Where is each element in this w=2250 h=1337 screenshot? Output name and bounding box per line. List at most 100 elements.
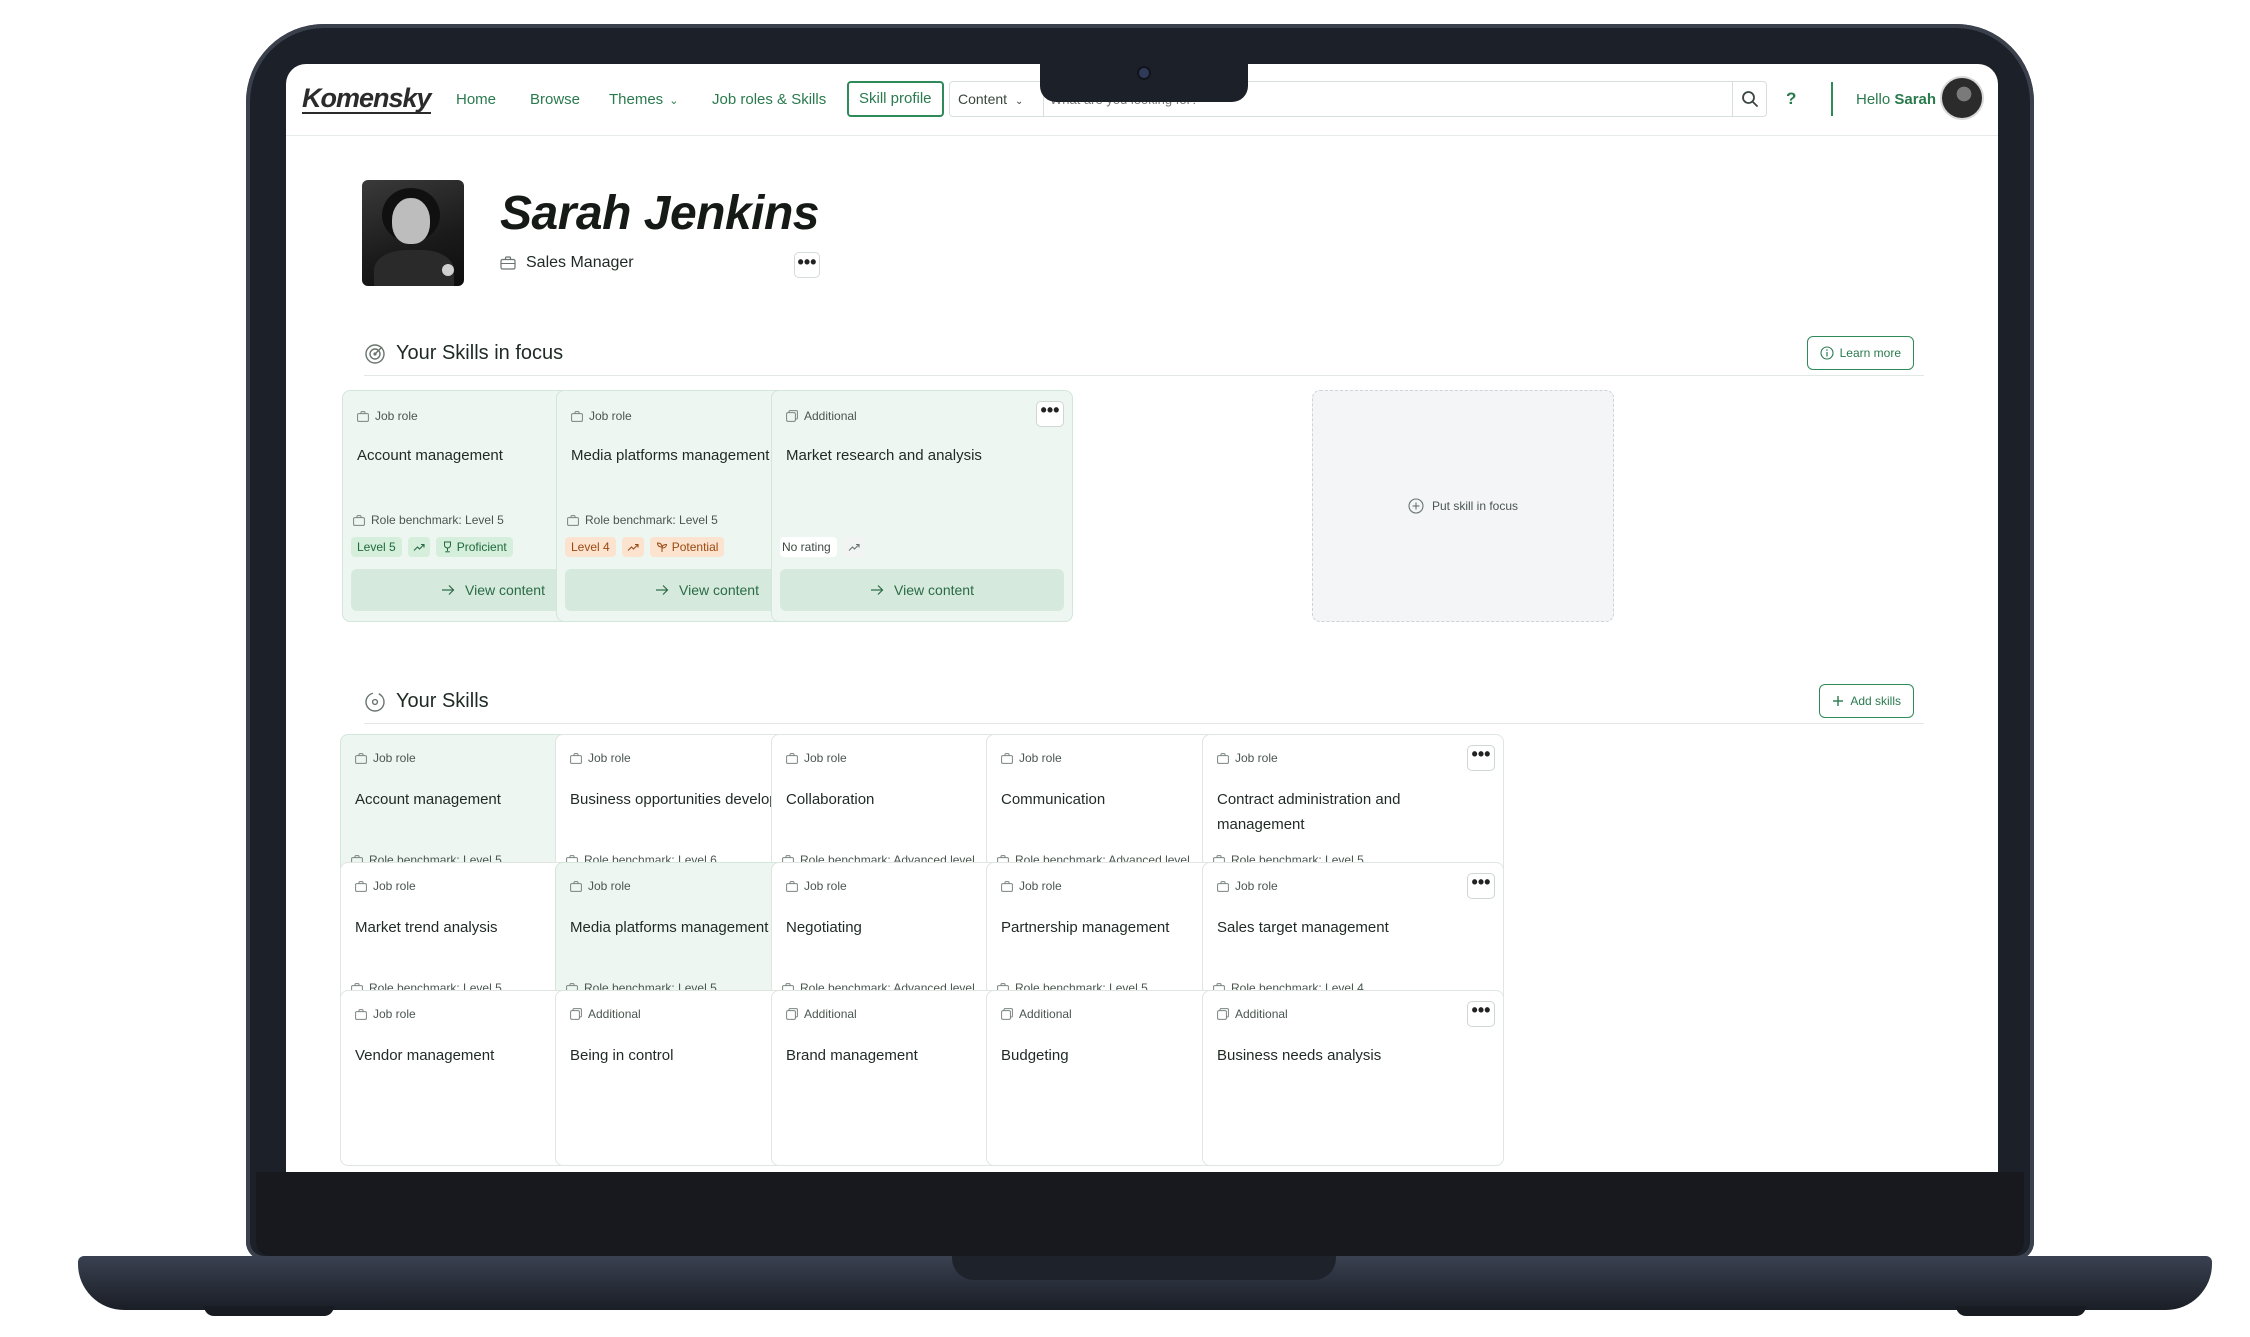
card-more-button[interactable]: ••• [1467,745,1495,771]
skill-title: Market research and analysis [786,447,982,464]
skill-type-label: Additional [588,1007,641,1021]
skill-type-label: Job role [588,751,631,765]
help-button[interactable]: ? [1786,89,1796,109]
briefcase-icon [355,880,367,892]
focus-skill-card[interactable]: Additional ••• Market research and analysi… [771,390,1073,622]
skill-type: Job role [571,409,632,423]
trend-up-icon [413,543,425,551]
briefcase-icon [570,880,582,892]
laptop-hinge-notch [952,1256,1336,1280]
plus-circle-icon [1408,498,1424,514]
focus-section-title: Your Skills in focus [364,342,563,365]
skill-type: Job role [1217,879,1278,893]
skill-card[interactable]: Additional ••• Business needs analysis [1202,990,1504,1166]
search-button[interactable] [1732,82,1766,116]
skill-type: Job role [570,879,631,893]
profile-photo [362,180,464,286]
greeting-name: Sarah [1894,91,1937,108]
skill-type-label: Job role [589,409,632,423]
skill-type-label: Job role [375,409,418,423]
additional-skill-icon [1217,1008,1229,1020]
trend-badge [407,537,430,557]
status-badge: Potential [649,537,725,557]
put-skill-in-focus-slot[interactable]: Put skill in focus [1312,390,1614,622]
profile-role: Sales Manager [500,254,634,272]
arrow-right-icon [871,585,884,595]
trophy-icon [443,541,451,553]
user-greeting[interactable]: Hello Sarah [1856,91,1936,108]
skill-type: Additional [786,1007,857,1021]
briefcase-icon [355,1008,367,1020]
status-badge: Proficient [435,537,513,557]
card-more-button[interactable]: ••• [1036,401,1064,427]
skill-type-label: Additional [804,1007,857,1021]
view-content-button[interactable]: View content [780,569,1064,611]
skill-type: Additional [1217,1007,1288,1021]
camera-notch [1040,64,1248,102]
chevron-down-icon: ⌄ [669,95,679,107]
briefcase-icon [1001,880,1013,892]
skill-type: Additional [570,1007,641,1021]
nav-link-themes[interactable]: Themes ⌄ [609,91,678,108]
trend-badge [621,537,644,557]
briefcase-icon [1001,752,1013,764]
nav-link-home[interactable]: Home [456,91,496,108]
add-skills-label: Add skills [1850,694,1901,708]
skill-title: Sales target management [1217,919,1389,936]
info-icon [1820,346,1834,360]
logo[interactable]: Komensky [302,84,432,114]
role-benchmark-label: Role benchmark: Level 5 [371,513,504,527]
skill-badges: Level 5 Proficient [351,537,513,557]
skill-title: Media platforms management [571,447,770,464]
focus-section-label: Your Skills in focus [396,342,564,364]
skill-type: Job role [786,879,847,893]
search-category-value: Content [958,91,1008,107]
learn-more-button[interactable]: Learn more [1806,336,1914,370]
sprout-icon [656,542,667,552]
search-category-select[interactable]: Content ⌄ [950,82,1044,116]
skill-type-label: Job role [588,879,631,893]
briefcase-icon [1217,752,1229,764]
skill-type: Job role [355,879,416,893]
skill-type: Additional [1001,1007,1072,1021]
nav-link-skill-profile[interactable]: Skill profile [847,81,944,117]
skill-type: Job role [1001,751,1062,765]
card-more-button[interactable]: ••• [1467,873,1495,899]
status-badge-label: Proficient [456,540,507,554]
skill-type: Job role [786,751,847,765]
target-icon [365,343,385,364]
skill-badges: Level 4 Potential [565,537,725,557]
skill-type: Job role [1217,751,1278,765]
skill-type: Job role [357,409,418,423]
skill-badges: No rating [780,537,865,557]
nav-divider [1831,82,1833,116]
trend-up-icon [627,543,639,551]
nav-link-job-roles[interactable]: Job roles & Skills [712,91,826,108]
skill-title: Business needs analysis [1217,1047,1382,1064]
skill-type-label: Job role [1235,751,1278,765]
nav-link-themes-label: Themes [609,91,664,108]
view-content-label: View content [679,582,759,598]
profile-name: Sarah Jenkins [500,187,820,240]
level-badge: No rating [780,537,837,557]
card-more-button[interactable]: ••• [1467,1001,1495,1027]
avatar[interactable] [1940,76,1984,120]
skill-type-label: Job role [373,1007,416,1021]
add-skills-button[interactable]: Add skills [1819,684,1914,718]
profile-more-button[interactable]: ••• [794,252,820,278]
skill-title: Contract administration and management [1217,791,1401,833]
skills-section-title: Your Skills [364,690,489,713]
skill-type-label: Job role [373,751,416,765]
briefcase-icon [353,514,365,526]
laptop-foot [1956,1306,2086,1316]
briefcase-icon [355,752,367,764]
skill-type-label: Additional [1235,1007,1288,1021]
skill-type-label: Job role [1019,751,1062,765]
skill-type: Job role [355,1007,416,1021]
nav-link-browse[interactable]: Browse [530,91,580,108]
additional-skill-icon [1001,1008,1013,1020]
skills-section-label: Your Skills [396,690,489,712]
briefcase-icon [571,410,583,422]
briefcase-icon [500,256,516,270]
trend-badge [842,537,865,557]
